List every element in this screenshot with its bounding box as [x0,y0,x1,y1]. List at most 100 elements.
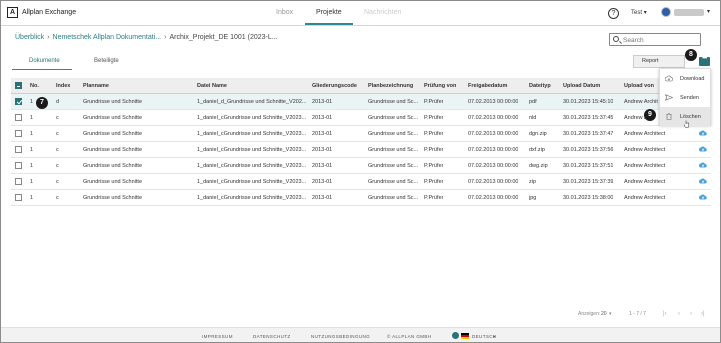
page-size-select[interactable]: 20 [601,311,607,317]
table-row[interactable]: 1 c Grundrisse und Schnitte 1_daniel_cGr… [11,174,711,190]
column-header[interactable]: Gliederungscode [312,83,357,89]
row-checkbox[interactable] [15,146,22,153]
cell-file-name[interactable]: 1_daniel_cGrundrisse und Schnitte_V2023.… [197,195,309,201]
username-redacted[interactable] [674,9,704,16]
callout-marker-8: 8 [685,49,697,61]
cell-code: 2013-01 [312,179,333,185]
workspace-menu[interactable]: Test ▾ [631,9,647,16]
tab-inbox[interactable]: Inbox [276,9,293,16]
cell-release-date: 07.02.2013 00:00:00 [468,179,519,185]
prev-page-icon[interactable]: ‹ [678,311,680,317]
first-page-icon[interactable]: |‹ [663,311,667,317]
cell-checker: P.Prüfer [424,131,444,137]
cloud-download-icon[interactable] [699,130,707,136]
cell-planname: Grundrisse und Schnitte [83,163,143,169]
cell-file-name[interactable]: 1_daniel_cGrundrisse und Schnitte_V2023.… [197,131,309,137]
column-header[interactable]: Planname [83,83,109,89]
table-row[interactable]: 1 c Grundrisse und Schnitte 1_daniel_cGr… [11,126,711,142]
globe-icon [452,332,459,339]
table-row[interactable]: 1 c Grundrisse und Schnitte 1_daniel_cGr… [11,190,711,206]
column-header[interactable]: Prüfung von [424,83,456,89]
tab-dokumente[interactable]: Dokumente [29,58,60,64]
row-checkbox[interactable] [15,114,22,121]
cell-no: 1 [30,147,34,153]
column-header[interactable]: Freigabedatum [468,83,507,89]
chevron-down-icon[interactable]: ▾ [707,8,710,15]
chevron-right-icon: › [164,34,167,41]
cloud-download-icon[interactable] [699,162,707,168]
cell-file-type: dgn.zip [529,131,547,137]
table-header: No. Index Planname Datei Name Gliederung… [11,78,711,94]
cell-upload-date: 30.01.2023 15:37:39 [563,179,614,185]
column-header[interactable]: Index [56,83,70,89]
row-checkbox[interactable] [15,98,22,105]
table-row[interactable]: 1 c Grundrisse und Schnitte 1_daniel_cGr… [11,158,711,174]
cell-file-name[interactable]: 1_daniel_cGrundrisse und Schnitte_V2023.… [197,147,309,153]
cell-file-name[interactable]: 1_daniel_d_Grundrisse und Schnitte_V202.… [197,99,309,105]
cell-description: Grundrisse und Sc... [368,163,419,169]
cell-upload-date: 30.01.2023 15:37:51 [563,163,614,169]
footer-link-impressum[interactable]: IMPRESSUM [202,334,233,339]
row-checkbox[interactable] [15,130,22,137]
cell-no: 1 [30,163,34,169]
cloud-download-icon[interactable] [699,146,707,152]
cell-checker: P.Prüfer [424,195,444,201]
avatar[interactable] [661,7,671,17]
menu-item-senden[interactable]: Senden [660,88,710,107]
cell-code: 2013-01 [312,131,333,137]
column-header[interactable]: Upload Datum [563,83,600,89]
cell-index: d [56,99,60,105]
cloud-download-icon[interactable] [699,194,707,200]
cell-upload-date: 30.01.2023 15:45:10 [563,99,614,105]
cloud-download-icon[interactable] [699,178,707,184]
last-page-icon[interactable]: ›| [701,311,705,317]
next-page-icon[interactable]: › [690,311,692,317]
column-header[interactable]: Upload von [624,83,654,89]
cell-file-type: dxf.zip [529,147,545,153]
chevron-down-icon[interactable]: ▾ [609,311,612,317]
menu-item-download[interactable]: Download [660,69,710,88]
cell-file-type: zip [529,179,537,185]
breadcrumb-overview[interactable]: Überblick [15,34,44,41]
table-row[interactable]: 1 c Grundrisse und Schnitte 1_daniel_cGr… [11,110,711,126]
table-row[interactable]: 1 c Grundrisse und Schnitte 1_daniel_cGr… [11,142,711,158]
active-subtab-indicator [12,69,72,70]
cell-file-type: jpg [529,195,537,201]
row-checkbox[interactable] [15,194,22,201]
footer-copyright: © ALLPLAN GMBH [387,334,432,339]
cell-uploader: Andrew Architect [624,131,666,137]
cell-no: 1 [30,131,34,137]
tab-projekte[interactable]: Projekte [316,9,342,16]
active-tab-indicator [305,23,353,25]
column-header[interactable]: Planbezeichnung [368,83,413,89]
search-box[interactable] [609,33,701,46]
breadcrumb: Überblick › Nemetschek Allplan Dokumentati… [15,34,278,41]
chevron-down-icon[interactable]: ▾ [493,334,496,340]
column-header[interactable]: Datei Name [197,83,227,89]
tab-beteiligte[interactable]: Beteiligte [94,58,119,64]
column-header[interactable]: Dateityp [529,83,551,89]
footer-link-nutzungsbedingung[interactable]: NUTZUNGSBEDINGUNG [311,334,370,339]
cell-release-date: 07.02.2013 00:00:00 [468,115,519,121]
search-input[interactable] [623,35,699,45]
column-header[interactable]: No. [30,83,39,89]
more-actions-button[interactable]: ••• [699,56,710,66]
cell-checker: P.Prüfer [424,163,444,169]
allplan-logo-icon: A [7,7,18,18]
tab-nachrichten[interactable]: Nachrichten [364,9,401,16]
cell-file-name[interactable]: 1_daniel_cGrundrisse und Schnitte_V2023.… [197,115,309,121]
select-all-checkbox[interactable] [15,82,22,89]
cell-file-name[interactable]: 1_daniel_cGrundrisse und Schnitte_V2023.… [197,163,309,169]
footer-link-datenschutz[interactable]: DATENSCHUTZ [253,334,291,339]
cell-file-name[interactable]: 1_daniel_cGrundrisse und Schnitte_V2023.… [197,179,309,185]
cell-description: Grundrisse und Sc... [368,131,419,137]
chevron-right-icon: › [47,34,50,41]
row-checkbox[interactable] [15,162,22,169]
german-flag-icon [461,333,469,339]
breadcrumb-project-group[interactable]: Nemetschek Allplan Dokumentati... [53,34,162,41]
report-button[interactable]: Report [633,55,685,68]
actions-menu: Download Senden Löschen [659,68,711,126]
help-icon[interactable]: ? [608,8,619,19]
row-checkbox[interactable] [15,178,22,185]
table-row[interactable]: 1 d Grundrisse und Schnitte 1_daniel_d_G… [11,94,711,110]
